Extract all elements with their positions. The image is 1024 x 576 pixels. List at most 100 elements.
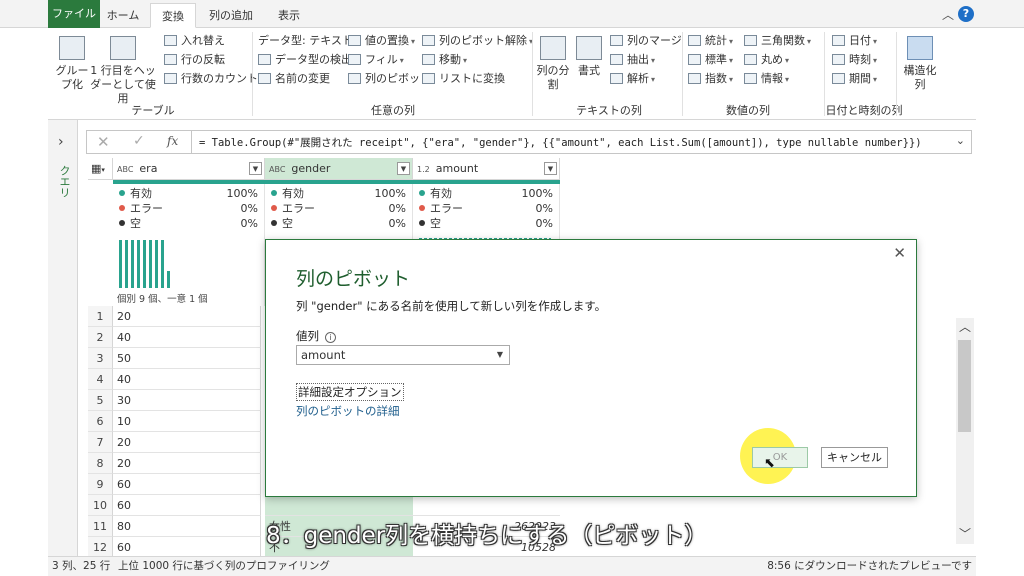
tab-add-column[interactable]: 列の追加 xyxy=(200,3,262,28)
extract-button[interactable]: 抽出 ▾ xyxy=(610,52,655,69)
column-header-gender[interactable]: ABC gender ▼ xyxy=(265,158,413,180)
scroll-thumb[interactable] xyxy=(958,340,971,432)
values-column-label: 値列 i xyxy=(296,328,336,344)
ribbon-divider xyxy=(682,32,683,116)
learn-more-link[interactable]: 列のピボットの詳細 xyxy=(296,403,400,419)
tab-view[interactable]: 表示 xyxy=(266,3,312,28)
cell-gender[interactable] xyxy=(265,495,413,516)
error-label: エラー xyxy=(282,202,315,215)
cell-era[interactable]: 60 xyxy=(113,474,261,495)
row-number[interactable]: 5 xyxy=(88,390,113,411)
unpivot-button[interactable]: 列のピボット解除 ▾ xyxy=(422,33,533,50)
count-rows-button[interactable]: 行数のカウント xyxy=(164,71,258,87)
cancel-formula-icon[interactable]: ✕ xyxy=(97,133,110,151)
row-number[interactable]: 8 xyxy=(88,453,113,474)
row-number[interactable]: 4 xyxy=(88,369,113,390)
table-menu-icon[interactable]: ▦▾ xyxy=(88,158,113,180)
text-type-icon[interactable]: ABC xyxy=(117,165,133,174)
data-type-dropdown[interactable]: データ型: テキスト▾ xyxy=(258,33,359,50)
row-number[interactable]: 9 xyxy=(88,474,113,495)
group-by-button[interactable]: グループ化 xyxy=(52,36,92,92)
merge-icon xyxy=(610,35,623,46)
values-column-select[interactable]: amount ▼ xyxy=(296,345,510,365)
row-number[interactable]: 6 xyxy=(88,411,113,432)
rounding-button[interactable]: 丸め ▾ xyxy=(744,52,789,69)
row-number[interactable]: 3 xyxy=(88,348,113,369)
row-number[interactable]: 10 xyxy=(88,495,113,516)
statistics-button[interactable]: 統計 ▾ xyxy=(688,33,733,50)
empty-dot-icon xyxy=(419,220,425,226)
number-type-icon[interactable]: 1.2 xyxy=(417,165,430,174)
time-button[interactable]: 時刻 ▾ xyxy=(832,52,877,69)
transpose-button[interactable]: 入れ替え xyxy=(164,33,225,49)
commit-formula-icon[interactable]: ✓ xyxy=(133,133,145,149)
filter-dropdown-icon[interactable]: ▼ xyxy=(544,162,557,175)
format-button[interactable]: 書式 xyxy=(574,36,604,78)
rename-label: 名前の変更 xyxy=(275,72,330,85)
column-header-era[interactable]: ABC era ▼ xyxy=(113,158,265,180)
vertical-scrollbar[interactable]: ︿ ﹀ xyxy=(956,318,974,544)
row-number[interactable]: 7 xyxy=(88,432,113,453)
text-type-icon[interactable]: ABC xyxy=(269,165,285,174)
scientific-button[interactable]: 指数 ▾ xyxy=(688,71,733,88)
profiling-status[interactable]: 上位 1000 行に基づく列のプロファイリング xyxy=(118,557,330,576)
merge-columns-button[interactable]: 列のマージ xyxy=(610,33,682,49)
row-number[interactable]: 1 xyxy=(88,306,113,327)
cancel-button[interactable]: キャンセル xyxy=(821,447,888,468)
help-icon[interactable]: ? xyxy=(958,6,974,22)
structured-column-button[interactable]: 構造化列 xyxy=(900,36,940,92)
use-first-row-button[interactable]: 1 行目をヘッダーとして使用 xyxy=(90,36,156,106)
fill-icon xyxy=(348,54,361,65)
queries-label[interactable]: クエリ xyxy=(56,165,72,198)
cell-era[interactable]: 20 xyxy=(113,306,261,327)
cell-era[interactable]: 30 xyxy=(113,390,261,411)
fill-button[interactable]: フィル ▾ xyxy=(348,52,404,69)
duration-button[interactable]: 期間 ▾ xyxy=(832,71,877,88)
expand-formula-icon[interactable]: ⌄ xyxy=(956,134,965,147)
row-number[interactable]: 2 xyxy=(88,327,113,348)
split-column-button[interactable]: 列の分割 xyxy=(536,36,570,92)
pivot-column-button[interactable]: 列のピボット xyxy=(348,71,431,87)
row-number[interactable]: 11 xyxy=(88,516,113,537)
cell-era[interactable]: 20 xyxy=(113,453,261,474)
replace-values-button[interactable]: 値の置換 ▾ xyxy=(348,33,415,50)
date-button[interactable]: 日付 ▾ xyxy=(832,33,877,50)
cell-era[interactable]: 40 xyxy=(113,327,261,348)
filter-dropdown-icon[interactable]: ▼ xyxy=(397,162,410,175)
chevron-down-icon[interactable]: ﹀ xyxy=(959,525,971,542)
tab-file[interactable]: ファイル xyxy=(48,0,100,28)
cell-era[interactable]: 80 xyxy=(113,516,261,537)
move-button[interactable]: 移動 ▾ xyxy=(422,52,467,69)
error-value: 0% xyxy=(388,202,406,215)
chevron-up-icon[interactable]: ︿ xyxy=(959,318,971,335)
cell-era[interactable]: 40 xyxy=(113,369,261,390)
tab-home[interactable]: ホーム xyxy=(100,3,146,28)
reverse-rows-button[interactable]: 行の反転 xyxy=(164,52,225,68)
fx-icon[interactable]: fx xyxy=(167,134,178,148)
standard-button[interactable]: 標準 ▾ xyxy=(688,52,733,69)
cell-era[interactable]: 50 xyxy=(113,348,261,369)
cell-amount[interactable] xyxy=(413,495,560,516)
detect-type-button[interactable]: データ型の検出 xyxy=(258,52,352,68)
advanced-options-toggle[interactable]: 詳細設定オプション xyxy=(296,383,404,401)
cell-era[interactable]: 60 xyxy=(113,495,261,516)
expand-queries-icon[interactable]: › xyxy=(58,134,64,150)
formula-input[interactable]: = Table.Group(#"展開された receipt", {"era", … xyxy=(199,135,922,150)
convert-to-list-button[interactable]: リストに変換 xyxy=(422,71,505,87)
cell-era[interactable]: 10 xyxy=(113,411,261,432)
ok-button[interactable]: OK xyxy=(752,447,808,468)
tab-transform[interactable]: 変換 xyxy=(150,3,196,28)
filter-dropdown-icon[interactable]: ▼ xyxy=(249,162,262,175)
collapse-ribbon-icon[interactable]: ︿ xyxy=(942,6,954,23)
row-number[interactable]: 12 xyxy=(88,537,113,556)
rename-button[interactable]: 名前の変更 xyxy=(258,71,330,87)
cell-era[interactable]: 20 xyxy=(113,432,261,453)
information-label: 情報 xyxy=(761,72,783,85)
cell-era[interactable]: 60 xyxy=(113,537,261,556)
column-header-amount[interactable]: 1.2 amount ▼ xyxy=(413,158,560,180)
close-icon[interactable]: ✕ xyxy=(893,244,906,262)
information-button[interactable]: 情報 ▾ xyxy=(744,71,789,88)
info-icon[interactable]: i xyxy=(325,332,336,343)
parse-button[interactable]: 解析 ▾ xyxy=(610,71,655,88)
trigonometry-button[interactable]: 三角関数 ▾ xyxy=(744,33,811,50)
